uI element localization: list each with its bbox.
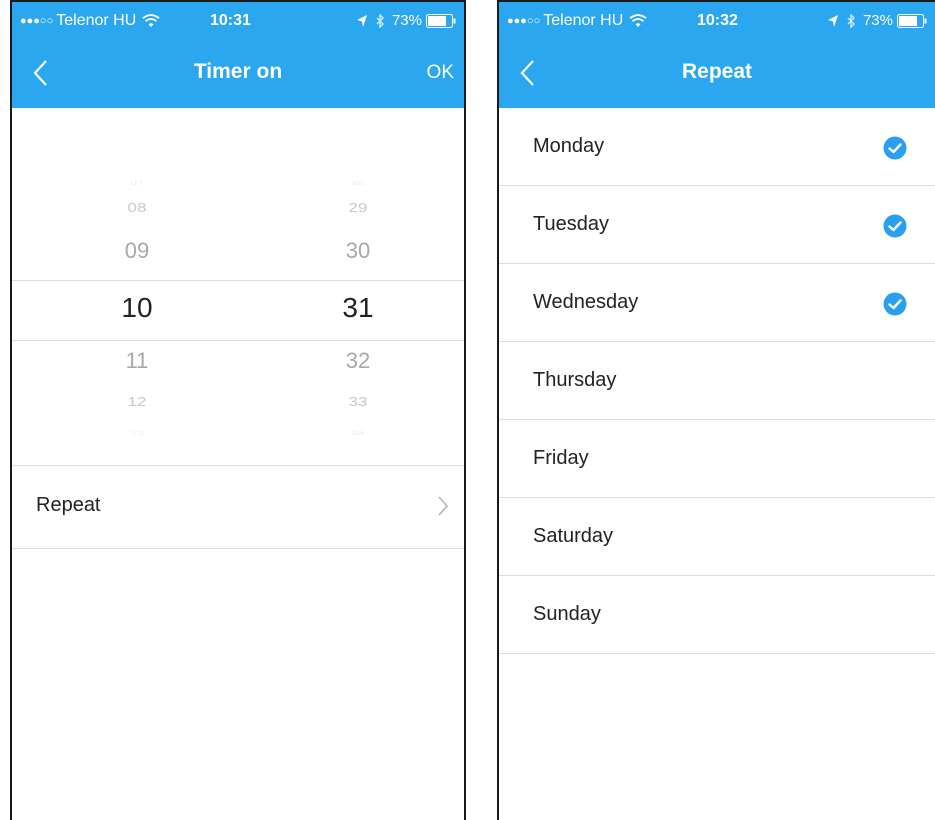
hour-wheel[interactable]: 07 08 09 10 11 12 13 [97, 174, 177, 444]
battery-percent: 73% [862, 12, 893, 29]
day-label: Friday [533, 447, 589, 469]
day-row-saturday[interactable]: Saturday [499, 498, 935, 576]
minute-option: 29 [348, 200, 368, 215]
wifi-icon [142, 14, 160, 27]
chevron-right-icon [438, 496, 449, 516]
signal-strength: ●●●○○ [507, 15, 541, 27]
hour-option: 13 [130, 429, 144, 437]
day-row-wednesday[interactable]: Wednesday [499, 264, 935, 342]
nav-bar: Timer on OK [12, 38, 464, 108]
ok-button[interactable]: OK [427, 62, 454, 84]
top-bar: ●●●○○ Telenor HU 10:31 73% Timer on OK [12, 2, 464, 108]
day-label: Sunday [533, 603, 601, 625]
status-left: ●●●○○ Telenor HU [507, 12, 647, 30]
battery-percent: 73% [391, 12, 422, 29]
wifi-icon [629, 14, 647, 27]
nav-bar: Repeat [499, 38, 935, 108]
day-label: Monday [533, 135, 605, 157]
timer-screen: ●●●○○ Telenor HU 10:31 73% Timer on OK 0… [10, 0, 466, 820]
minute-option: 30 [345, 238, 371, 263]
status-time: 10:31 [210, 12, 251, 29]
status-time: 10:32 [697, 12, 738, 29]
minute-option: 32 [345, 348, 371, 373]
carrier-name: Telenor HU [543, 12, 624, 29]
battery-icon [897, 13, 927, 28]
hour-option: 11 [125, 348, 149, 373]
status-right: 73% [827, 12, 927, 29]
top-bar: ●●●○○ Telenor HU 10:32 73% Repeat [499, 2, 935, 108]
status-right: 73% [356, 12, 456, 29]
repeat-label: Repeat [36, 494, 101, 516]
hour-option: 08 [127, 200, 147, 215]
day-list: Monday Tuesday Wednesday Thursday Friday Satu… [499, 108, 935, 654]
bluetooth-icon [376, 13, 384, 28]
checkmark-icon [883, 136, 907, 160]
battery-icon [426, 13, 456, 28]
selected-minute: 31 [342, 292, 374, 323]
divider [12, 548, 464, 549]
day-row-sunday[interactable]: Sunday [499, 576, 935, 654]
day-row-monday[interactable]: Monday [499, 108, 935, 186]
status-bar: ●●●○○ Telenor HU 10:31 73% [12, 2, 464, 38]
repeat-screen: ●●●○○ Telenor HU 10:32 73% Repeat Monday… [497, 0, 935, 820]
page-title: Timer on [193, 60, 283, 83]
day-row-thursday[interactable]: Thursday [499, 342, 935, 420]
day-row-friday[interactable]: Friday [499, 420, 935, 498]
minute-wheel[interactable]: 28 29 30 31 32 33 34 [318, 174, 398, 444]
signal-strength: ●●●○○ [20, 15, 54, 27]
checkmark-icon [883, 214, 907, 238]
day-label: Thursday [533, 369, 617, 391]
bluetooth-icon [847, 13, 855, 28]
status-left: ●●●○○ Telenor HU [20, 12, 160, 30]
minute-option: 28 [351, 179, 365, 187]
checkmark-icon [883, 292, 907, 316]
location-arrow-icon [827, 14, 838, 27]
hour-option: 07 [130, 179, 144, 187]
day-label: Saturday [533, 525, 614, 547]
status-bar: ●●●○○ Telenor HU 10:32 73% [499, 2, 935, 38]
location-arrow-icon [356, 14, 367, 27]
carrier-name: Telenor HU [56, 12, 137, 29]
minute-option: 34 [351, 429, 365, 437]
day-label: Tuesday [533, 213, 609, 235]
selected-hour: 10 [121, 292, 153, 323]
hour-option: 12 [127, 394, 147, 409]
time-picker[interactable]: 07 08 09 10 11 12 13 28 29 30 31 32 33 3… [12, 174, 464, 444]
repeat-row[interactable]: Repeat [12, 466, 464, 548]
day-label: Wednesday [533, 291, 639, 313]
day-row-tuesday[interactable]: Tuesday [499, 186, 935, 264]
page-title: Repeat [681, 60, 753, 83]
minute-option: 33 [348, 394, 368, 409]
hour-option: 09 [124, 238, 150, 263]
